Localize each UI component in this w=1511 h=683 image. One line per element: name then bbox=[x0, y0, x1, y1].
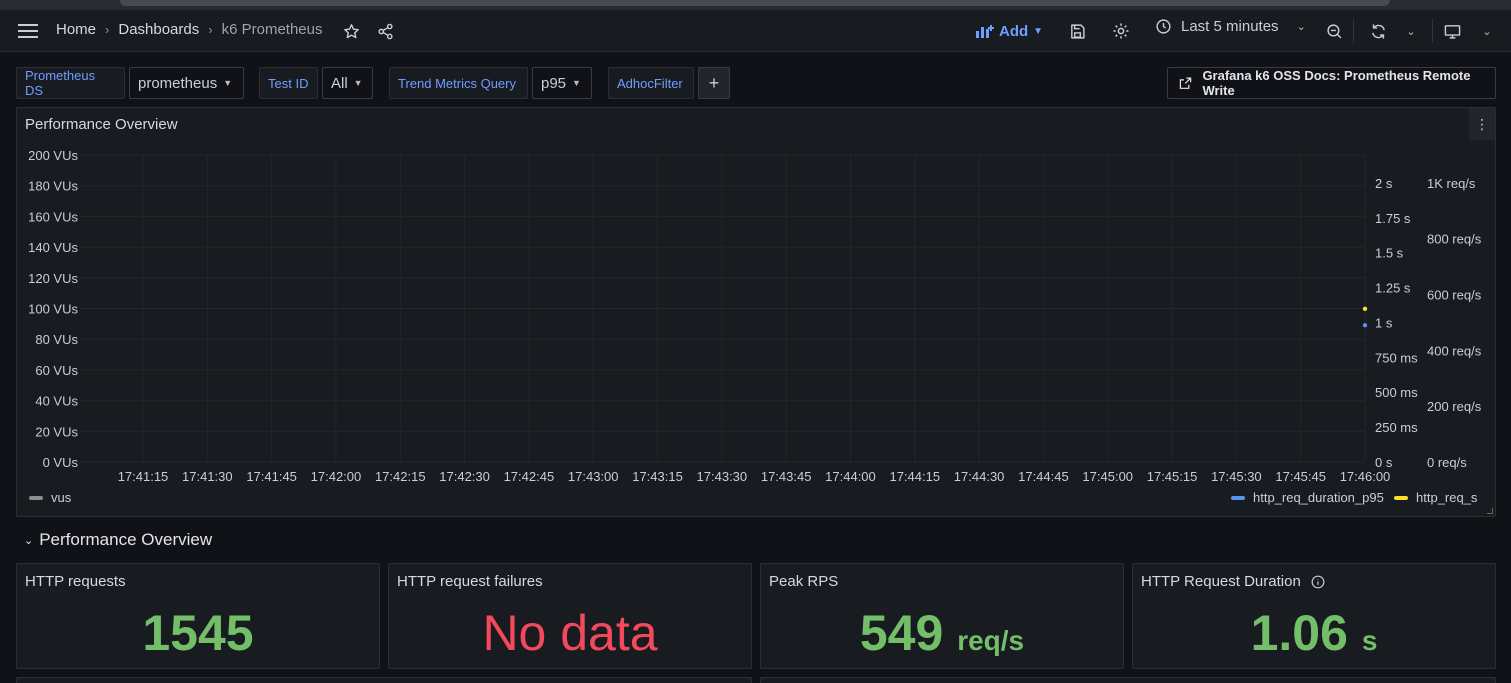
time-range-picker[interactable]: Last 5 minutes ⌄ bbox=[1155, 18, 1306, 35]
add-button[interactable]: Add ▼ bbox=[975, 20, 1043, 42]
time-range-label: Last 5 minutes bbox=[1181, 18, 1279, 35]
stat-value: 1545 bbox=[17, 604, 379, 662]
variable-select-prometheus-ds[interactable]: prometheus ▼ bbox=[129, 67, 244, 99]
row-title: Performance Overview bbox=[39, 530, 213, 549]
tv-mode-icon[interactable] bbox=[1443, 22, 1461, 40]
stat-panel-http-request-failures: HTTP request failures No data bbox=[388, 563, 752, 669]
chevron-down-icon: ▼ bbox=[353, 78, 363, 88]
chevron-down-icon: ⌄ bbox=[24, 534, 34, 547]
docs-link-button[interactable]: Grafana k6 OSS Docs: Prometheus Remote W… bbox=[1167, 67, 1496, 99]
gear-icon[interactable] bbox=[1112, 22, 1130, 40]
variable-label-trend-metrics-query: Trend Metrics Query bbox=[389, 67, 528, 99]
panel-title: Performance Overview bbox=[25, 116, 178, 133]
toolbar-divider bbox=[1432, 19, 1433, 43]
variable-value: p95 bbox=[541, 74, 567, 92]
toolbar-divider bbox=[1353, 19, 1354, 43]
plus-icon: + bbox=[708, 72, 720, 93]
stat-panel-http-requests: HTTP requests 1545 bbox=[16, 563, 380, 669]
refresh-interval-chevron-icon[interactable]: ⌄ bbox=[1404, 22, 1418, 40]
stat-unit: s bbox=[1361, 625, 1378, 656]
breadcrumb-current-dashboard: k6 Prometheus bbox=[221, 21, 323, 38]
stat-value: 1.06 s bbox=[1133, 604, 1495, 662]
variable-label-prometheus-ds: Prometheus DS bbox=[16, 67, 125, 99]
variable-value: All bbox=[331, 74, 348, 92]
top-nav-bar: Home › Dashboards › k6 Prometheus Add ▼ … bbox=[0, 10, 1511, 52]
variable-select-test-id[interactable]: All ▼ bbox=[322, 67, 373, 99]
breadcrumb-home[interactable]: Home bbox=[56, 21, 96, 38]
stat-panel-http-request-duration: HTTP Request Duration 1.06 s bbox=[1132, 563, 1496, 669]
variable-label-adhoc-filter: AdhocFilter bbox=[608, 67, 694, 99]
stat-title-text: HTTP Request Duration bbox=[1141, 573, 1301, 590]
timeseries-panel: Performance Overview ⋮ bbox=[16, 107, 1496, 517]
stat-title: HTTP Request Duration bbox=[1141, 573, 1325, 590]
row-header-performance-overview[interactable]: ⌄ Performance Overview bbox=[24, 530, 212, 550]
variable-select-trend-metrics-query[interactable]: p95 ▼ bbox=[532, 67, 592, 99]
variable-label-test-id: Test ID bbox=[259, 67, 318, 99]
share-icon[interactable] bbox=[376, 22, 394, 40]
stat-title-text: HTTP requests bbox=[25, 573, 126, 590]
collapse-chevron-icon[interactable]: ⌄ bbox=[1480, 22, 1494, 40]
chevron-down-icon: ⌄ bbox=[1296, 21, 1306, 33]
stat-value-number: 549 bbox=[859, 605, 944, 661]
menu-icon[interactable] bbox=[16, 20, 40, 42]
refresh-icon[interactable] bbox=[1369, 22, 1387, 40]
stat-value: 549 req/s bbox=[761, 604, 1123, 662]
panel-resize-icon[interactable] bbox=[1487, 508, 1493, 514]
chevron-down-icon: ▼ bbox=[223, 78, 233, 88]
clock-icon bbox=[1156, 19, 1171, 34]
stat-title-text: Peak RPS bbox=[769, 573, 839, 590]
chevron-down-icon: ▼ bbox=[1033, 25, 1044, 37]
stat-title: HTTP requests bbox=[25, 573, 126, 590]
stat-title: Peak RPS bbox=[769, 573, 838, 590]
stat-title: HTTP request failures bbox=[397, 573, 543, 590]
browser-top-strip bbox=[0, 0, 1511, 10]
browser-scroll-pill bbox=[120, 0, 1390, 6]
stat-value-number: No data bbox=[482, 605, 658, 661]
stat-value: No data bbox=[389, 604, 751, 662]
stat-title-text: HTTP request failures bbox=[397, 573, 543, 590]
panel-below-right bbox=[760, 677, 1496, 683]
star-icon[interactable] bbox=[342, 22, 360, 40]
breadcrumb-separator-icon: › bbox=[208, 22, 213, 37]
stat-panel-peak-rps: Peak RPS 549 req/s bbox=[760, 563, 1124, 669]
panel-below-left bbox=[16, 677, 752, 683]
stat-unit: req/s bbox=[957, 625, 1025, 656]
save-icon[interactable] bbox=[1068, 22, 1086, 40]
add-panel-icon bbox=[976, 25, 994, 38]
stat-value-number: 1.06 bbox=[1250, 605, 1348, 661]
breadcrumb-dashboards[interactable]: Dashboards bbox=[118, 21, 199, 38]
add-button-label: Add bbox=[999, 22, 1029, 40]
variable-value: prometheus bbox=[138, 74, 218, 92]
panel-menu-icon[interactable]: ⋮ bbox=[1469, 108, 1495, 140]
docs-link-label: Grafana k6 OSS Docs: Prometheus Remote W… bbox=[1202, 68, 1471, 98]
zoom-out-icon[interactable] bbox=[1325, 22, 1343, 40]
chevron-down-icon: ▼ bbox=[572, 78, 581, 88]
add-filter-button[interactable]: + bbox=[698, 67, 730, 99]
breadcrumb: Home › Dashboards › k6 Prometheus bbox=[56, 21, 322, 38]
stat-value-number: 1545 bbox=[142, 605, 254, 661]
external-link-icon bbox=[1179, 76, 1192, 89]
info-icon[interactable] bbox=[1311, 575, 1325, 589]
breadcrumb-separator-icon: › bbox=[105, 22, 110, 37]
